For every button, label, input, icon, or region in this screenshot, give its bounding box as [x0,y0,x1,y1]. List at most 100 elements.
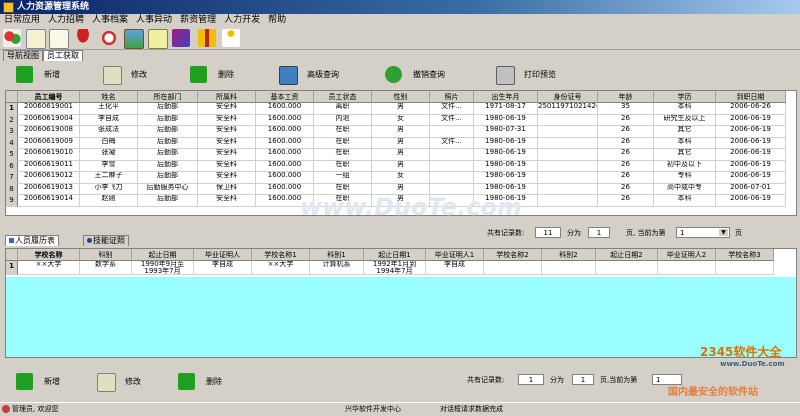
table-cell[interactable]: 2006-06-19 [716,149,786,161]
table-cell[interactable]: 后勤部 [138,160,198,172]
column-header[interactable]: 学校名称1 [252,249,310,261]
table-cell[interactable]: 后勤部 [138,195,198,207]
table-cell[interactable]: 在职 [314,137,372,149]
table-cell[interactable]: 20060619009 [18,137,80,149]
table-cell[interactable] [538,114,598,126]
table-cell[interactable]: 王二麻子 [80,172,138,184]
menu-develop[interactable]: 人力开发 [220,14,264,27]
table-cell[interactable]: 后勤部 [138,103,198,115]
table-cell[interactable] [430,149,474,161]
table-cell[interactable]: 安全科 [198,195,256,207]
menu-daily[interactable]: 日常应用 [0,14,44,27]
table-cell[interactable]: 李自成 [426,261,484,275]
table-cell[interactable]: 后勤部 [138,137,198,149]
table-cell[interactable]: 男 [372,149,430,161]
table-cell[interactable]: 保卫科 [198,183,256,195]
table-cell[interactable] [538,149,598,161]
table-cell[interactable] [538,172,598,184]
column-header[interactable]: 员工编号 [18,91,80,103]
table-cell[interactable]: 后勤服务中心 [138,183,198,195]
row-number[interactable]: 3 [6,126,18,138]
column-header[interactable]: 所在部门 [138,91,198,103]
row-number[interactable]: 2 [6,114,18,126]
table-cell[interactable]: 数学系 [80,261,132,275]
table-cell[interactable]: 26 [598,149,654,161]
table-cell[interactable]: 20060619008 [18,126,80,138]
table-cell[interactable]: 26 [598,137,654,149]
table-cell[interactable]: 在职 [314,149,372,161]
table-cell[interactable]: 后勤部 [138,126,198,138]
table-cell[interactable]: 26 [598,126,654,138]
table-cell[interactable]: 1980-06-19 [474,149,538,161]
table-cell[interactable]: 张凝 [80,149,138,161]
table-cell[interactable]: 安全科 [198,137,256,149]
table-cell[interactable]: 其它 [654,126,716,138]
tab-skill-certificates[interactable]: 技能证照 [83,235,129,246]
table-cell[interactable]: 后勤部 [138,114,198,126]
column-header[interactable]: 学校名称 [18,249,80,261]
column-header[interactable]: 基本工资 [256,91,314,103]
table-cell[interactable]: 男 [372,137,430,149]
picture-icon[interactable] [124,29,144,49]
column-header[interactable]: 起止日期2 [596,249,658,261]
table-cell[interactable]: 1600.000 [256,137,314,149]
users-icon[interactable] [3,29,21,47]
table-cell[interactable] [716,261,774,275]
table-cell[interactable]: 白梅 [80,137,138,149]
column-header[interactable]: 年龄 [598,91,654,103]
tab-employee-info[interactable]: 员工获取 [43,50,83,61]
table-cell[interactable]: 李自成 [80,114,138,126]
column-header[interactable]: 科别2 [542,249,596,261]
umbrella-icon[interactable] [74,29,92,47]
table-cell[interactable]: 文件... [430,114,474,126]
table-cell[interactable]: 内退 [314,114,372,126]
table-cell[interactable]: ××大学 [18,261,80,275]
table-cell[interactable]: 26 [598,183,654,195]
table-cell[interactable] [430,172,474,184]
menu-help[interactable]: 帮助 [264,14,290,27]
table-cell[interactable]: 26 [598,195,654,207]
table-cell[interactable]: 2006-06-19 [716,126,786,138]
row-number[interactable]: 9 [6,195,18,207]
column-header[interactable]: 起止日期1 [364,249,426,261]
table-cell[interactable]: 20060619004 [18,114,80,126]
table-cell[interactable]: 2006-06-19 [716,195,786,207]
column-header[interactable]: 出生年月 [474,91,538,103]
chevron-down-icon[interactable]: ▼ [719,229,728,236]
table-cell[interactable]: 研究生及以上 [654,114,716,126]
column-header[interactable]: 学历 [654,91,716,103]
table-cell[interactable]: 1971-08-17 [474,103,538,115]
table-cell[interactable]: 1980-07-31 [474,126,538,138]
table-cell[interactable]: 赵刚 [80,195,138,207]
table-cell[interactable]: 小李飞刀 [80,183,138,195]
column-header[interactable]: 照片 [430,91,474,103]
row-number[interactable]: 1 [6,261,18,275]
table-cell[interactable]: 高中或中专 [654,183,716,195]
table-cell[interactable]: 20060619014 [18,195,80,207]
table-cell[interactable]: 李自成 [194,261,252,275]
table-cell[interactable]: 20060619010 [18,149,80,161]
book-icon[interactable] [172,29,190,47]
table-cell[interactable]: 其它 [654,149,716,161]
current-page-select[interactable]: 1 ▼ [676,227,730,238]
menu-recruit[interactable]: 人力招聘 [44,14,88,27]
exit-runner-icon[interactable] [222,29,240,47]
table-cell[interactable]: 安全科 [198,172,256,184]
table-cell[interactable]: 20060619011 [18,160,80,172]
row-number[interactable]: 1 [6,103,18,115]
table-cell[interactable]: 女 [372,114,430,126]
column-header[interactable]: 身份证号 [538,91,598,103]
column-header[interactable]: 毕业证明人2 [658,249,716,261]
column-header[interactable]: 学校名称3 [716,249,774,261]
table-cell[interactable]: 2006-06-26 [716,103,786,115]
table-cell[interactable]: 1600.000 [256,103,314,115]
gift-icon[interactable] [198,29,216,47]
column-header[interactable]: 毕业证明人1 [426,249,484,261]
table-cell[interactable]: 离职 [314,103,372,115]
table-cell[interactable]: 本科 [654,195,716,207]
table-cell[interactable] [430,126,474,138]
table-cell[interactable]: 1980-06-19 [474,172,538,184]
table-cell[interactable]: 安全科 [198,126,256,138]
table-cell[interactable]: 1980-06-19 [474,114,538,126]
column-header[interactable]: 性别 [372,91,430,103]
